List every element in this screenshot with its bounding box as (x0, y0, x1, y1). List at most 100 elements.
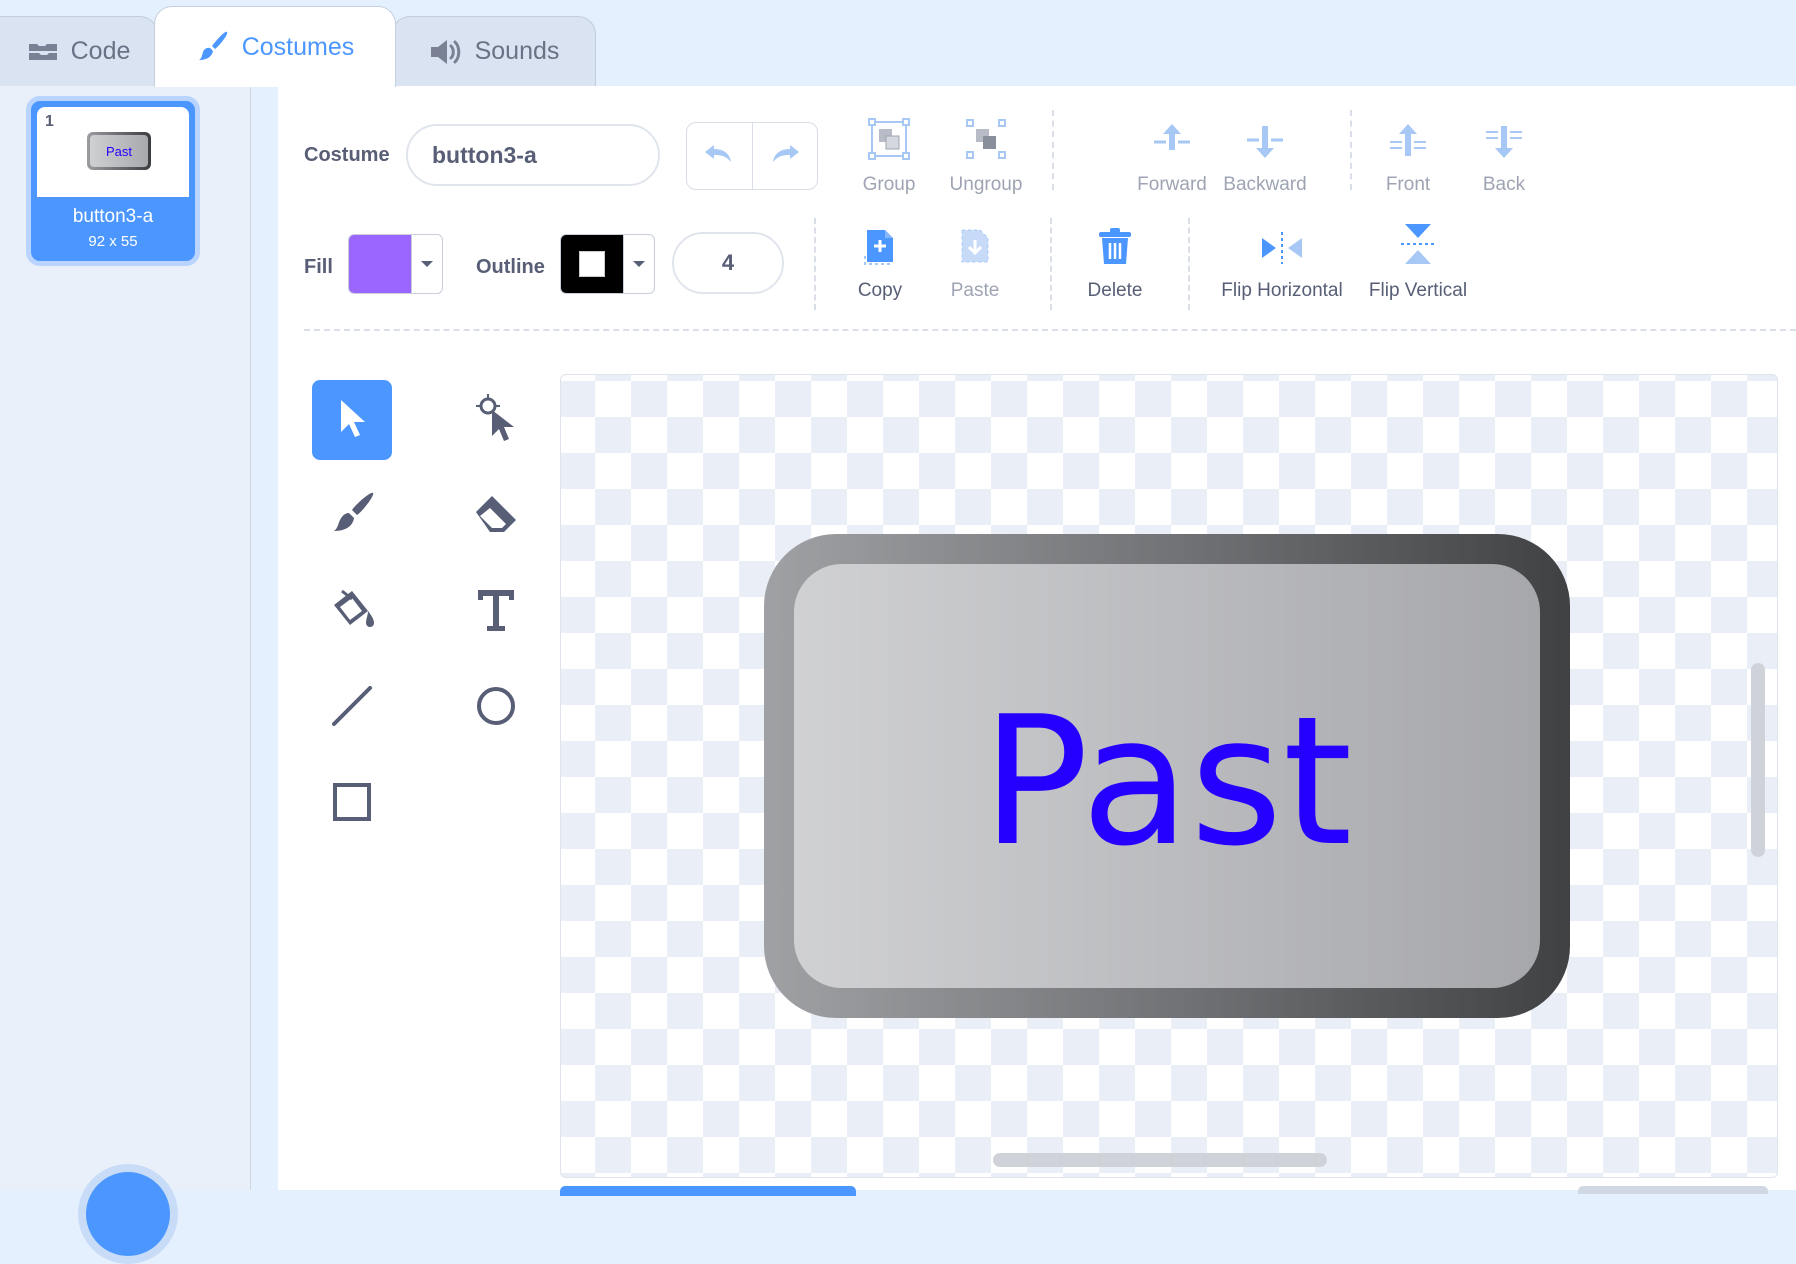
costume-card-size: 92 x 55 (88, 233, 138, 250)
tool-select[interactable] (312, 380, 392, 460)
outline-dropdown-arrow[interactable] (623, 235, 654, 293)
tool-fill[interactable] (312, 572, 392, 652)
convert-to-bitmap-button[interactable] (560, 1186, 856, 1196)
back-button[interactable]: Back (1449, 120, 1559, 196)
costume-card-preview: 1 Past (37, 107, 189, 197)
copy-button[interactable]: Copy (825, 226, 935, 302)
reshape-icon (474, 393, 518, 447)
costume-button-face: Past (794, 564, 1540, 988)
outline-label: Outline (476, 256, 545, 278)
zoom-controls[interactable] (1578, 1186, 1768, 1194)
undo-icon (702, 143, 736, 170)
caret-down-icon (420, 255, 434, 273)
costume-button-shape[interactable]: Past (764, 534, 1570, 1018)
forward-icon (1152, 122, 1192, 166)
tool-brush[interactable] (312, 476, 392, 556)
rectangle-icon (331, 781, 373, 828)
paint-canvas[interactable]: Past (560, 374, 1778, 1178)
forward-label: Forward (1137, 174, 1207, 195)
eraser-icon (472, 494, 520, 539)
costume-card[interactable]: 1 Past button3-a 92 x 55 (26, 96, 200, 266)
tab-sounds[interactable]: Sounds (392, 16, 596, 86)
outline-color-picker[interactable] (560, 234, 655, 294)
undo-button[interactable] (687, 123, 752, 189)
fill-color-picker[interactable] (348, 234, 443, 294)
tab-code-label: Code (70, 37, 131, 65)
code-blocks-icon (27, 41, 59, 63)
tool-text[interactable] (456, 572, 536, 652)
costume-thumbnail-text: Past (105, 143, 132, 159)
toolbar-divider (1052, 110, 1054, 190)
toolbar-divider (1050, 218, 1052, 310)
group-label: Group (862, 174, 916, 195)
front-icon (1388, 122, 1428, 166)
toolbar-divider (1188, 218, 1190, 310)
ungroup-icon (965, 118, 1007, 166)
group-icon (868, 118, 910, 166)
trash-icon (1097, 226, 1133, 272)
back-label: Back (1482, 174, 1526, 195)
costume-name-label: Costume (304, 144, 390, 166)
tab-sounds-label: Sounds (474, 37, 560, 65)
delete-button[interactable]: Delete (1060, 226, 1170, 302)
text-icon (476, 588, 516, 637)
paste-icon (958, 226, 992, 272)
undo-redo-group (686, 122, 818, 190)
costume-thumbnail: Past (87, 132, 151, 170)
flip-horizontal-button[interactable]: Flip Horizontal (1210, 226, 1354, 302)
flip-horizontal-icon (1260, 230, 1304, 272)
copy-icon (863, 226, 897, 272)
ungroup-label: Ungroup (949, 174, 1023, 195)
costume-card-name: button3-a (72, 206, 154, 227)
flip-vertical-icon (1399, 222, 1437, 272)
tool-line[interactable] (312, 668, 392, 748)
paste-button[interactable]: Paste (920, 226, 1030, 302)
paste-label: Paste (950, 280, 1000, 301)
canvas-vertical-scrollbar[interactable] (1751, 663, 1765, 857)
delete-label: Delete (1087, 280, 1143, 301)
toolbar-divider (1350, 110, 1352, 190)
group-button[interactable]: Group (834, 118, 944, 196)
costume-number: 1 (45, 113, 54, 130)
flip-vertical-label: Flip Vertical (1368, 280, 1468, 301)
tool-eraser[interactable] (456, 476, 536, 556)
front-label: Front (1385, 174, 1431, 195)
costume-name-input[interactable] (406, 124, 660, 186)
front-button[interactable]: Front (1353, 120, 1463, 196)
paintbrush-icon (196, 30, 230, 64)
arrow-cursor-icon (335, 397, 369, 444)
tab-costumes-label: Costumes (241, 32, 355, 61)
redo-button[interactable] (751, 123, 818, 189)
caret-down-icon (632, 255, 646, 273)
flip-vertical-button[interactable]: Flip Vertical (1358, 224, 1478, 302)
costume-list-sidebar: 1 Past button3-a 92 x 55 (0, 86, 251, 1264)
backward-label: Backward (1223, 174, 1307, 195)
speaker-icon (429, 38, 463, 66)
backward-icon (1245, 122, 1285, 166)
line-icon (330, 684, 374, 733)
copy-label: Copy (857, 280, 903, 301)
add-costume-button[interactable] (78, 1164, 178, 1264)
redo-icon (768, 143, 802, 170)
tool-rectangle[interactable] (312, 764, 392, 844)
fill-swatch (349, 235, 411, 293)
fill-dropdown-arrow[interactable] (411, 235, 442, 293)
flip-horizontal-label: Flip Horizontal (1221, 280, 1343, 301)
paint-bucket-icon (328, 587, 376, 638)
editor-tab-bar: Code Costumes Sounds (0, 0, 1796, 87)
tab-costumes[interactable]: Costumes (154, 6, 396, 87)
circle-icon (475, 685, 517, 732)
toolbar-separator (304, 329, 1796, 331)
backward-button[interactable]: Backward (1210, 120, 1320, 196)
canvas-horizontal-scrollbar[interactable] (993, 1153, 1327, 1167)
tab-code[interactable]: Code (0, 16, 158, 86)
tool-circle[interactable] (456, 668, 536, 748)
ungroup-button[interactable]: Ungroup (931, 118, 1041, 196)
costume-button-text: Past (981, 677, 1353, 885)
toolbar-divider (814, 218, 816, 310)
back-icon (1484, 122, 1524, 166)
paint-editor: Costume Group Ungroup Forward (278, 86, 1796, 1196)
outline-width-input[interactable] (672, 232, 784, 294)
tool-reshape[interactable] (456, 380, 536, 460)
brush-icon (329, 491, 375, 542)
